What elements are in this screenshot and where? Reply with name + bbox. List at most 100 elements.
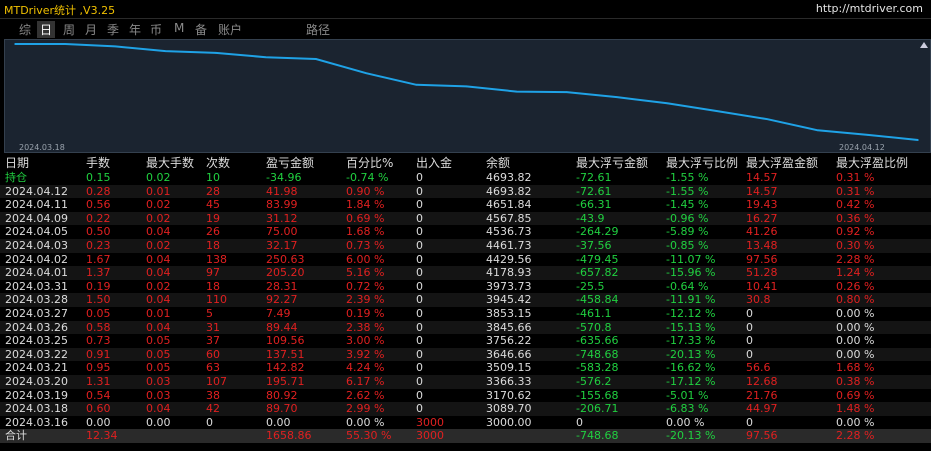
table-cell: 4651.84 <box>486 198 532 212</box>
table-cell: 0.80 % <box>836 293 875 307</box>
column-header[interactable]: 出入金 <box>416 156 452 171</box>
table-row[interactable]: 2024.04.05 0.50 0.04 26 75.00 1.68 % 0 4536.73 -… <box>0 225 931 239</box>
table-cell: 30.8 <box>746 293 771 307</box>
table-cell: 2024.03.28 <box>5 293 68 307</box>
table-cell: 83.99 <box>266 198 298 212</box>
table-cell: 18 <box>206 238 220 252</box>
table-cell: 0.91 <box>86 347 111 361</box>
table-cell: 0 <box>416 238 423 252</box>
table-cell: 2024.04.12 <box>5 184 68 198</box>
tab-6[interactable]: 币 <box>147 21 165 38</box>
tab-0[interactable]: 综 <box>16 21 34 38</box>
equity-point <box>616 96 618 98</box>
table-cell: 0.38 % <box>836 374 875 388</box>
table-cell: 3509.15 <box>486 361 532 375</box>
table-row[interactable]: 2024.03.27 0.05 0.01 5 7.49 0.19 % 0 3853.15 -46… <box>0 307 931 321</box>
equity-point <box>917 139 919 141</box>
table-cell: -155.68 <box>576 388 619 402</box>
tab-7[interactable]: M <box>171 21 187 35</box>
table-cell: 0.56 <box>86 198 111 212</box>
table-cell: 0.54 <box>86 388 111 402</box>
table-cell: 89.70 <box>266 402 298 416</box>
tab-3[interactable]: 月 <box>82 21 100 38</box>
total-cell: 2.28 % <box>836 429 875 443</box>
table-cell: 19.43 <box>746 198 778 212</box>
table-cell: 0.01 <box>146 184 171 198</box>
table-row[interactable]: 2024.03.19 0.54 0.03 38 80.92 2.62 % 0 3170.62 -… <box>0 389 931 403</box>
table-cell: 4536.73 <box>486 225 532 239</box>
table-cell: 4461.73 <box>486 238 532 252</box>
tab-4[interactable]: 季 <box>104 21 122 38</box>
total-row: 合计 12.34 1658.86 55.30 % 3000 -748.68 -20.13 %… <box>0 429 931 443</box>
table-cell: -461.1 <box>576 306 612 320</box>
tab-2[interactable]: 周 <box>60 21 78 38</box>
table-row[interactable]: 2024.03.18 0.60 0.04 42 89.70 2.99 % 0 3089.70 -… <box>0 402 931 416</box>
table-cell: -25.5 <box>576 279 605 293</box>
column-header[interactable]: 最大手数 <box>146 156 194 171</box>
app-title: MTDriver统计 ,V3.25 <box>4 4 116 17</box>
column-header[interactable]: 盈亏金额 <box>266 156 314 171</box>
table-row[interactable]: 2024.04.09 0.22 0.02 19 31.12 0.69 % 0 4567.85 -… <box>0 211 931 226</box>
table-cell: 109.56 <box>266 334 305 348</box>
column-header[interactable]: 日期 <box>5 156 29 171</box>
table-cell: 0.04 <box>146 252 171 266</box>
table-row[interactable]: 2024.04.03 0.23 0.02 18 32.17 0.73 % 0 4461.73 -… <box>0 238 931 253</box>
table-row[interactable]: 2024.03.31 0.19 0.02 18 28.31 0.72 % 0 3973.73 -… <box>0 280 931 294</box>
table-cell: 2.28 % <box>836 252 875 266</box>
collapse-icon[interactable] <box>920 42 928 48</box>
table-row[interactable]: 2024.03.28 1.50 0.04 110 92.27 2.39 % 0 3945.42… <box>0 293 931 307</box>
x-tick-end: 2024.04.12 <box>839 143 885 152</box>
table-row[interactable]: 2024.03.20 1.31 0.03 107 195.71 6.17 % 0 3366.3… <box>0 374 931 389</box>
stats-table: 日期 手数 最大手数 次数 盈亏金额 百分比% 出入金 余额 最大浮亏金额 最大浮亏比例 最大浮盈金… <box>0 156 931 443</box>
column-header[interactable]: 最大浮盈金额 <box>746 156 818 171</box>
table-cell: 37 <box>206 334 220 348</box>
table-cell: 41.98 <box>266 184 298 198</box>
table-row[interactable]: 2024.04.01 1.37 0.04 97 205.20 5.16 % 0 4178.93… <box>0 266 931 280</box>
table-cell: -0.96 % <box>666 211 709 225</box>
column-header[interactable]: 手数 <box>86 156 110 171</box>
table-row[interactable]: 2024.04.02 1.67 0.04 138 250.63 6.00 % 0 4429.5… <box>0 253 931 267</box>
column-header[interactable]: 最大浮亏比例 <box>666 156 738 171</box>
table-cell: -66.31 <box>576 198 612 212</box>
table-row[interactable]: 2024.04.12 0.28 0.01 28 41.98 0.90 % 0 4693.82 -… <box>0 184 931 199</box>
table-row[interactable]: 2024.03.21 0.95 0.05 63 142.82 4.24 % 0 3509.15… <box>0 361 931 375</box>
table-cell: 31 <box>206 320 220 334</box>
tab-9[interactable]: 账户 <box>215 21 245 38</box>
table-cell: 0.03 <box>146 388 171 402</box>
table-cell: 3000.00 <box>486 415 532 429</box>
tab-8[interactable]: 备 <box>192 21 210 38</box>
table-cell: 12.68 <box>746 374 778 388</box>
table-cell: 0 <box>416 293 423 307</box>
table-cell: 0.30 % <box>836 238 875 252</box>
table-row[interactable]: 持仓 0.15 0.02 10 -34.96 -0.74 % 0 4693.82 -72.61 -… <box>0 171 931 185</box>
website-link[interactable]: http://mtdriver.com <box>816 2 923 15</box>
table-cell: 0 <box>416 374 423 388</box>
table-row[interactable]: 2024.04.11 0.56 0.02 45 83.99 1.84 % 0 4651.84 -… <box>0 198 931 212</box>
table-cell: 4178.93 <box>486 266 532 280</box>
table-cell: 0 <box>746 415 753 429</box>
tab-1[interactable]: 日 <box>37 21 56 38</box>
table-cell: 0.72 % <box>346 279 385 293</box>
tab-5[interactable]: 年 <box>126 21 144 38</box>
table-row[interactable]: 2024.03.22 0.91 0.05 60 137.51 3.92 % 0 3646.66… <box>0 347 931 362</box>
total-cell: 97.56 <box>746 429 778 443</box>
table-row[interactable]: 2024.03.26 0.58 0.04 31 89.44 2.38 % 0 3845.66 -… <box>0 320 931 335</box>
table-cell: -15.96 % <box>666 266 716 280</box>
tab-10[interactable]: 路径 <box>303 21 333 38</box>
equity-line <box>15 43 919 141</box>
column-header[interactable]: 余额 <box>486 156 510 171</box>
column-header[interactable]: 最大浮盈比例 <box>836 156 908 171</box>
column-header[interactable]: 百分比% <box>346 156 393 171</box>
table-row[interactable]: 2024.03.25 0.73 0.05 37 109.56 3.00 % 0 3756.22… <box>0 334 931 348</box>
table-row[interactable]: 2024.03.16 0.00 0.00 0 0.00 0.00 % 3000 3000.00… <box>0 416 931 430</box>
column-header[interactable]: 次数 <box>206 156 230 171</box>
table-cell: 0 <box>416 279 423 293</box>
table-cell: 97 <box>206 266 220 280</box>
table-cell: 195.71 <box>266 374 305 388</box>
equity-chart: 2024.03.18 2024.04.12 <box>4 39 931 153</box>
table-cell: 3.00 % <box>346 334 385 348</box>
equity-point <box>114 45 117 48</box>
table-cell: 0.02 <box>146 279 171 293</box>
table-cell: 0 <box>416 211 423 225</box>
column-header[interactable]: 最大浮亏金额 <box>576 156 648 171</box>
